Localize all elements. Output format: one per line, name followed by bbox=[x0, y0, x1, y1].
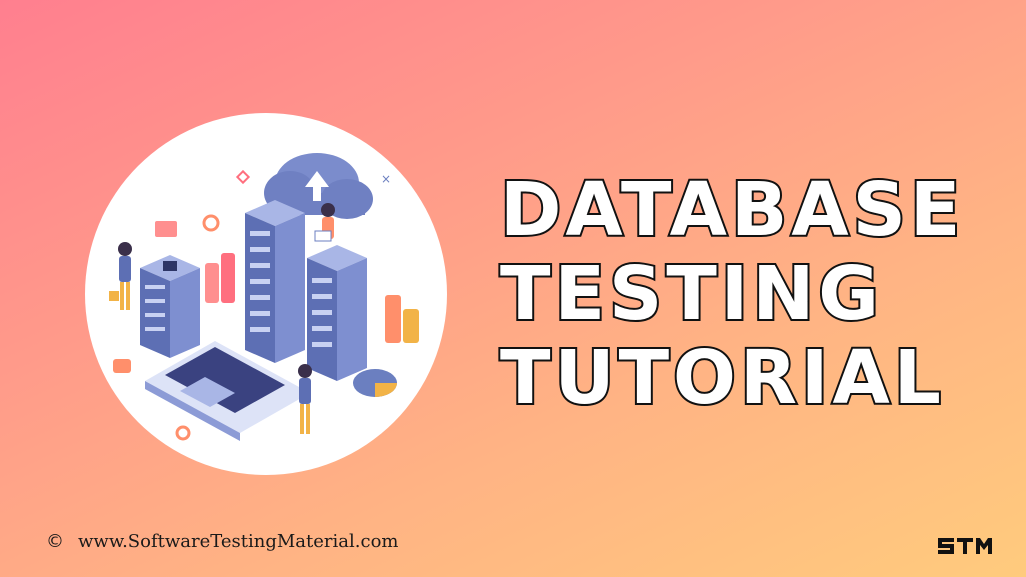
title-line-1: DATABASE bbox=[498, 166, 965, 254]
title-line-3: TUTORIAL bbox=[498, 334, 945, 422]
svg-text:×: × bbox=[381, 172, 391, 186]
illustration-graphic: × bbox=[109, 153, 419, 441]
database-illustration: × bbox=[85, 113, 447, 475]
server-rack-icon bbox=[245, 200, 305, 363]
stm-logo bbox=[936, 535, 996, 557]
title-line-2: TESTING bbox=[498, 250, 884, 338]
server-rack-icon bbox=[140, 255, 200, 358]
pie-chart-icon bbox=[353, 369, 397, 397]
person-icon bbox=[298, 364, 312, 434]
page-title: DATABASE TESTING TUTORIAL bbox=[498, 166, 965, 422]
copyright-icon: © bbox=[46, 531, 64, 552]
server-rack-icon bbox=[307, 245, 367, 381]
footer-credit: © www.SoftwareTestingMaterial.com bbox=[46, 531, 398, 552]
stm-logo-icon bbox=[938, 538, 992, 554]
person-icon bbox=[109, 242, 132, 310]
website-link[interactable]: www.SoftwareTestingMaterial.com bbox=[78, 531, 398, 552]
banner: × DATABASE TESTING TUTORIAL © www.Softwa… bbox=[0, 0, 1026, 577]
